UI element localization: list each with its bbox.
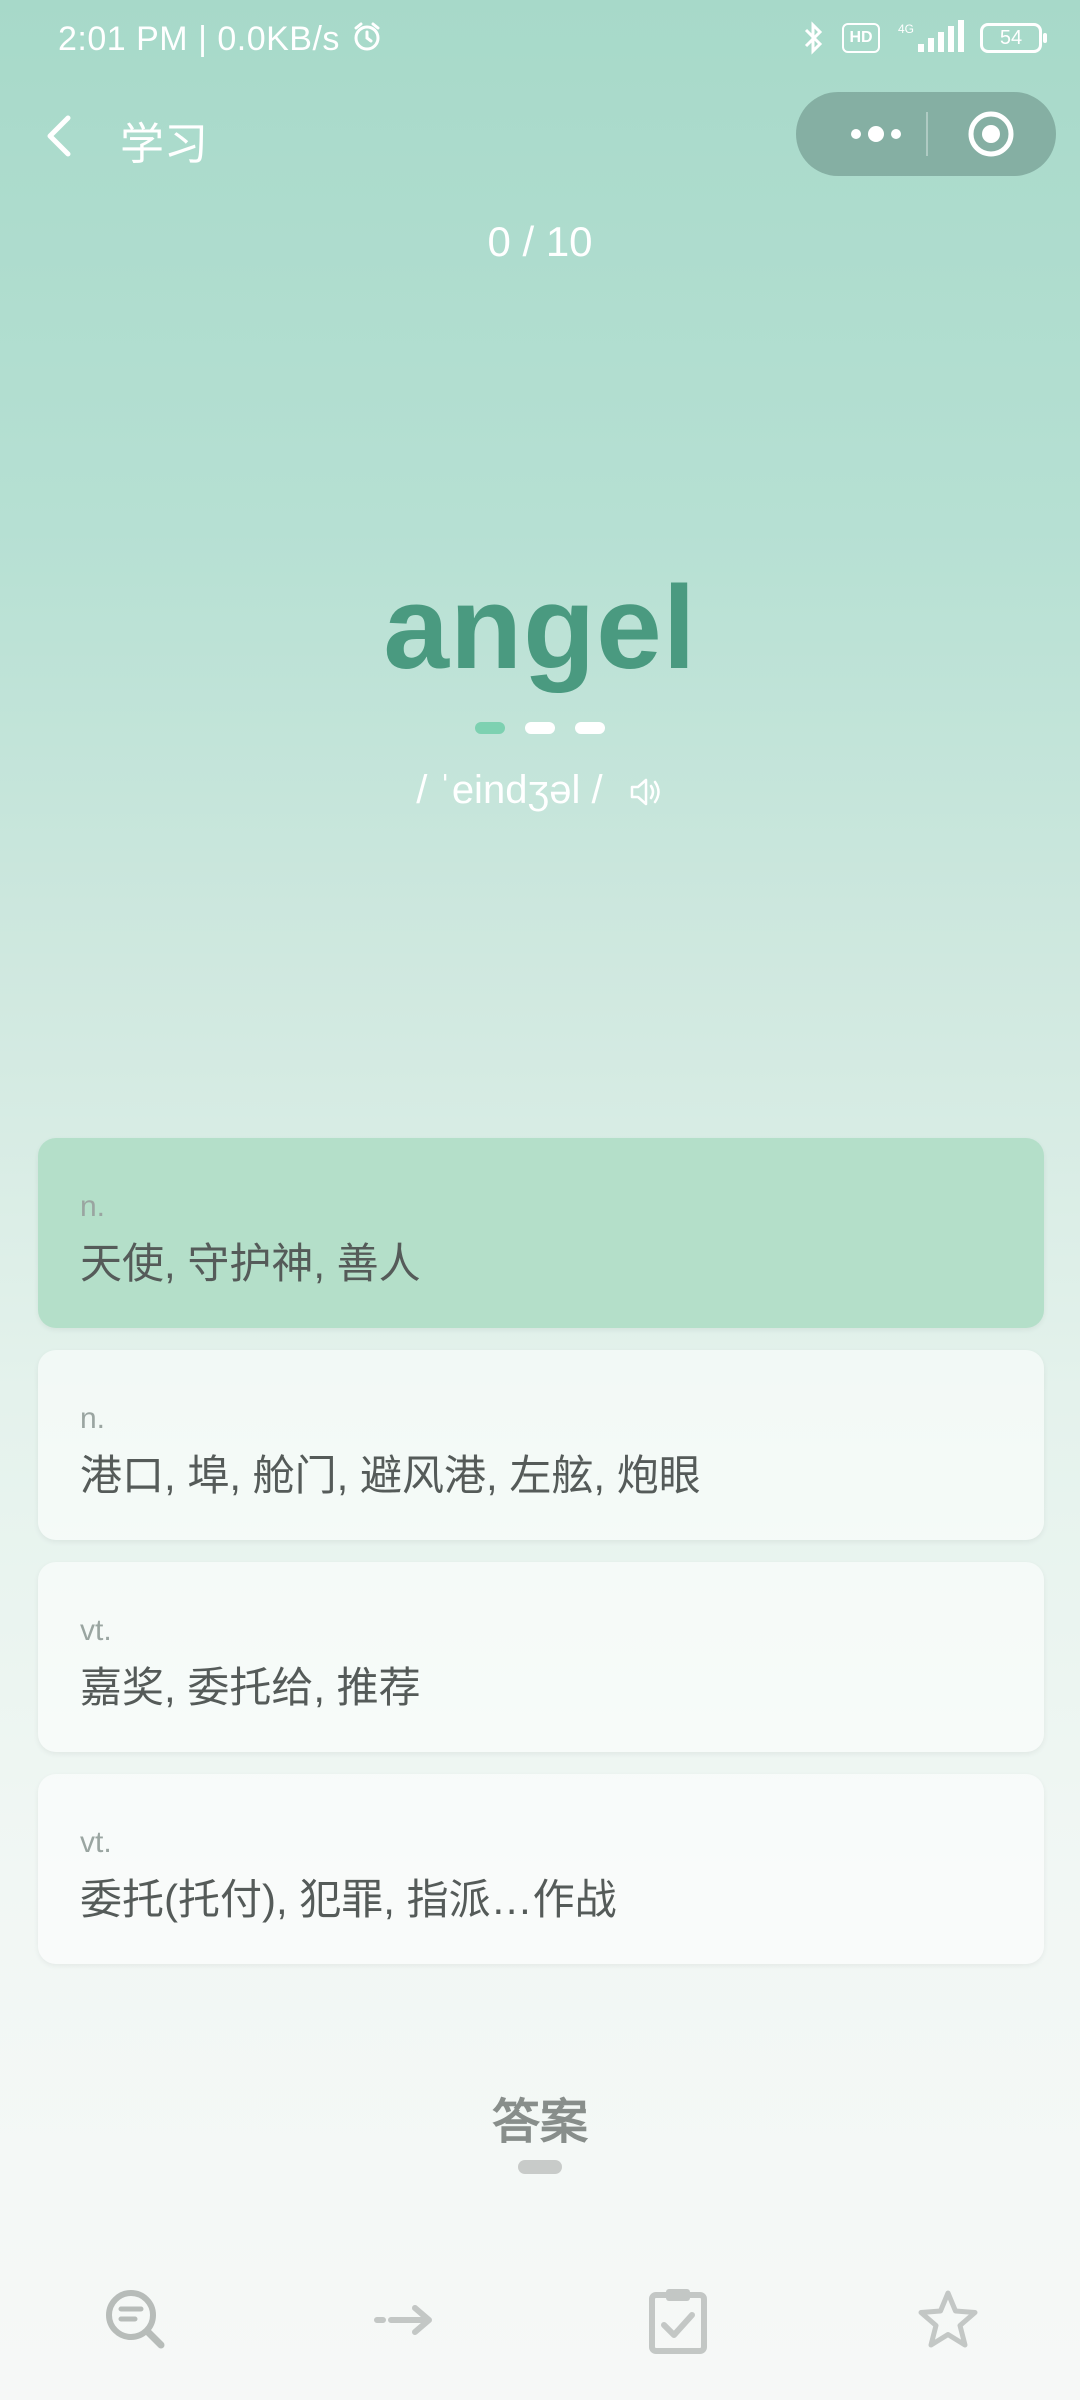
option-card[interactable]: n. 天使, 守护神, 善人 — [38, 1138, 1044, 1328]
answer-handle — [518, 2160, 562, 2174]
option-definition: 港口, 埠, 舱门, 避风港, 左舷, 炮眼 — [80, 1452, 701, 1499]
option-card[interactable]: vt. 委托(托付), 犯罪, 指派…作战 — [38, 1774, 1044, 1964]
favorite-button[interactable] — [898, 2270, 998, 2370]
status-time: 2:01 PM | 0.0KB/s — [58, 20, 340, 58]
search-list-icon — [106, 2290, 165, 2349]
search-list-button[interactable] — [86, 2270, 186, 2370]
option-pos: vt. — [80, 1826, 112, 1859]
clipboard-check-icon — [649, 2289, 707, 2354]
status-bar: 2:01 PM | 0.0KB/s HD 4G 54 — [0, 0, 1080, 80]
progress-counter: 0 / 10 — [487, 218, 593, 265]
clipboard-check-button[interactable] — [628, 2270, 728, 2370]
option-definition: 天使, 守护神, 善人 — [80, 1240, 421, 1287]
speaker-icon[interactable] — [628, 774, 664, 810]
signal-icon: 4G — [896, 20, 964, 56]
option-definition: 嘉奖, 委托给, 推荐 — [80, 1664, 421, 1711]
indicator-dot — [575, 722, 605, 734]
mini-program-capsule — [796, 92, 1056, 176]
arrow-right-icon — [374, 2305, 432, 2335]
page-indicator — [0, 722, 1080, 734]
option-card[interactable]: vt. 嘉奖, 委托给, 推荐 — [38, 1562, 1044, 1752]
phonetic-text: / ˈeindʒəl / — [416, 768, 603, 812]
star-icon — [918, 2290, 978, 2348]
close-target-icon[interactable] — [936, 92, 1046, 176]
indicator-dot-active — [475, 722, 505, 734]
status-right: HD 4G 54 — [802, 20, 1047, 56]
indicator-dot — [525, 722, 555, 734]
next-button[interactable] — [356, 2270, 456, 2370]
phonetic-row: / ˈeindʒəl / — [0, 768, 1080, 813]
network-type: 4G — [898, 22, 914, 36]
option-card[interactable]: n. 港口, 埠, 舱门, 避风港, 左舷, 炮眼 — [38, 1350, 1044, 1540]
bluetooth-icon — [802, 20, 826, 56]
page-title: 学习 — [120, 120, 208, 169]
word-title: angel — [383, 562, 697, 694]
option-pos: vt. — [80, 1614, 112, 1647]
bottom-toolbar — [0, 2270, 1080, 2370]
answer-options: n. 天使, 守护神, 善人 n. 港口, 埠, 舱门, 避风港, 左舷, 炮眼… — [38, 1138, 1044, 1986]
capsule-divider — [926, 112, 928, 156]
hd-icon: HD — [842, 23, 880, 53]
option-pos: n. — [80, 1190, 106, 1223]
battery-level: 54 — [999, 27, 1023, 49]
battery-icon: 54 — [980, 23, 1047, 53]
more-icon[interactable] — [826, 92, 926, 176]
alarm-icon — [354, 22, 380, 51]
answer-button[interactable]: 答案 — [0, 2082, 1080, 2152]
option-pos: n. — [80, 1402, 106, 1435]
back-icon[interactable] — [36, 108, 86, 164]
option-definition: 委托(托付), 犯罪, 指派…作战 — [80, 1876, 617, 1923]
